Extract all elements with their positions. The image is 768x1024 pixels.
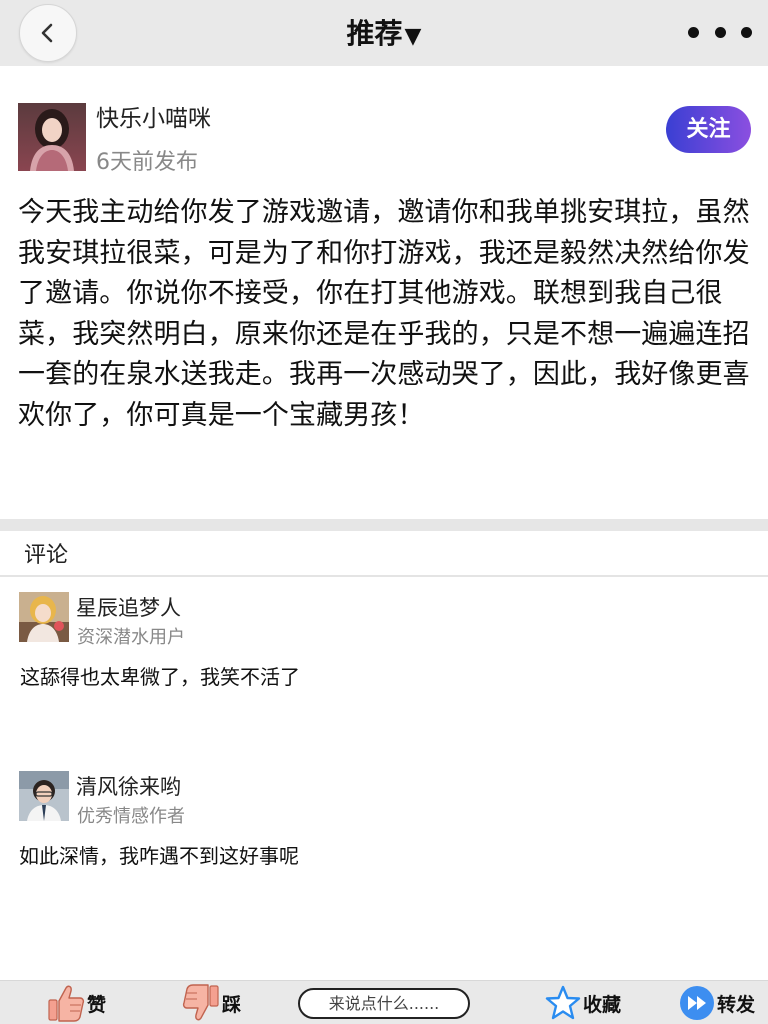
more-button[interactable] xyxy=(688,22,752,42)
forward-icon xyxy=(680,986,714,1020)
page-title: 推荐 xyxy=(346,17,403,50)
post-time: 6天前发布 xyxy=(96,150,198,175)
author-avatar[interactable] xyxy=(18,103,86,171)
follow-button[interactable]: 关注 xyxy=(666,106,751,153)
commenter-name[interactable]: 星辰追梦人 xyxy=(76,592,181,622)
comments-divider xyxy=(0,575,768,577)
share-label: 转发 xyxy=(717,993,756,1016)
favorite-label: 收藏 xyxy=(583,993,622,1016)
share-button[interactable]: 转发 xyxy=(679,981,755,1024)
feed-selector[interactable]: 推荐▼ xyxy=(0,12,768,52)
like-label: 赞 xyxy=(87,993,107,1016)
thumbs-up-icon xyxy=(48,985,85,1022)
author-name[interactable]: 快乐小喵咪 xyxy=(96,99,211,133)
more-dot-icon xyxy=(714,26,726,38)
comments-heading: 评论 xyxy=(24,543,69,568)
commenter-avatar[interactable] xyxy=(19,592,69,642)
comment-text: 这舔得也太卑微了，我笑不活了 xyxy=(20,665,300,689)
more-dot-icon xyxy=(688,26,699,38)
commenter-tag: 优秀情感作者 xyxy=(77,806,185,827)
thumbs-down-icon xyxy=(182,984,219,1021)
comment-input[interactable]: 来说点什么...... xyxy=(298,988,470,1019)
post-content: 今天我主动给你发了游戏邀请，邀请你和我单挑安琪拉，虽然我安琪拉很菜，可是为了和你… xyxy=(18,197,750,431)
like-button[interactable]: 赞 xyxy=(47,981,106,1024)
dislike-button[interactable]: 踩 xyxy=(182,981,241,1024)
commenter-tag: 资深潜水用户 xyxy=(77,627,185,648)
star-icon xyxy=(545,985,581,1020)
more-dot-icon xyxy=(741,26,752,38)
top-navigation-bar: 推荐▼ xyxy=(0,0,768,66)
comment-text: 如此深情，我咋遇不到这好事呢 xyxy=(19,844,299,868)
commenter-avatar[interactable] xyxy=(19,771,69,821)
dropdown-arrow-icon: ▼ xyxy=(404,24,422,49)
commenter-name[interactable]: 清风徐来哟 xyxy=(76,771,181,801)
bottom-action-bar: 赞 踩 来说点什么...... 收藏 转发 xyxy=(0,980,768,1024)
favorite-button[interactable]: 收藏 xyxy=(545,981,621,1024)
dislike-label: 踩 xyxy=(222,993,242,1016)
section-divider xyxy=(0,519,768,531)
